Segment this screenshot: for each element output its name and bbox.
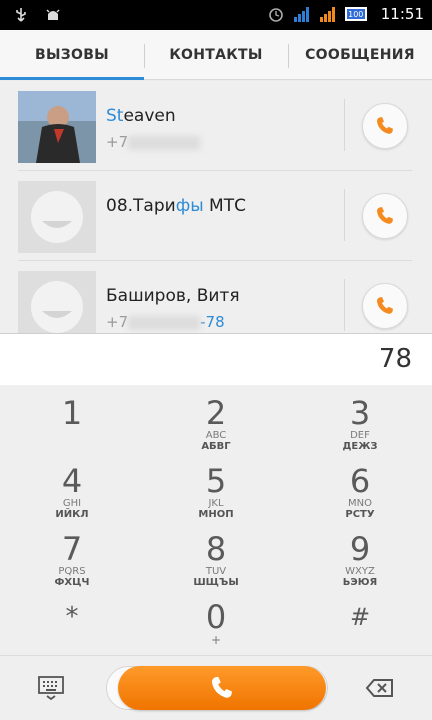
key-6[interactable]: 6 MNO РСТУ xyxy=(288,453,432,521)
android-debug-icon xyxy=(46,9,60,20)
phone-icon xyxy=(377,297,393,314)
key-9[interactable]: 9 WXYZ ЬЭЮЯ xyxy=(288,521,432,589)
tab-messages[interactable]: СООБЩЕНИЯ xyxy=(288,30,432,79)
contact-list: Steaven +7 08.Тарифы МТС Баширов, Витя +… xyxy=(0,81,432,333)
dialer-action-bar xyxy=(0,655,432,720)
battery-icon: 100 xyxy=(344,7,367,21)
dial-display[interactable]: 78 xyxy=(0,333,432,385)
key-star[interactable]: * xyxy=(0,589,144,657)
clock: 11:51 xyxy=(380,5,424,23)
backspace-icon xyxy=(365,679,393,697)
key-5[interactable]: 5 JKL МНОП xyxy=(144,453,288,521)
contact-name: Баширов, Витя xyxy=(106,286,240,306)
tab-bar: ВЫЗОВЫ КОНТАКТЫ СООБЩЕНИЯ xyxy=(0,30,432,80)
call-button[interactable] xyxy=(362,193,408,239)
contact-name: Steaven xyxy=(106,106,176,126)
key-hash[interactable]: # xyxy=(288,589,432,657)
signal-blue-icon xyxy=(293,7,309,22)
contact-row-mts-tariffs[interactable]: 08.Тарифы МТС xyxy=(18,171,412,261)
phone-icon xyxy=(377,207,393,224)
signal-orange-icon xyxy=(319,7,335,22)
contact-name: 08.Тарифы МТС xyxy=(106,196,246,216)
call-button[interactable] xyxy=(362,103,408,149)
backspace-button[interactable] xyxy=(364,676,396,700)
row-divider xyxy=(344,279,345,331)
phone-icon xyxy=(377,117,393,134)
contact-number: +7 -78 xyxy=(106,313,225,331)
contact-placeholder-avatar[interactable] xyxy=(18,181,96,253)
contact-placeholder-avatar[interactable] xyxy=(18,271,96,333)
contact-row-bashirov[interactable]: Баширов, Витя +7 -78 xyxy=(18,261,412,333)
tab-calls[interactable]: ВЫЗОВЫ xyxy=(0,30,144,80)
keyboard-toggle-button[interactable] xyxy=(36,674,66,702)
key-3[interactable]: 3 DEF ДЕЖЗ xyxy=(288,385,432,453)
alarm-icon xyxy=(268,8,283,22)
battery-level: 100 xyxy=(346,9,365,19)
key-8[interactable]: 8 TUV ШЩЪЫ xyxy=(144,521,288,589)
status-bar: 100 11:51 xyxy=(0,0,432,30)
key-0[interactable]: 0 + xyxy=(144,589,288,657)
row-divider xyxy=(344,99,345,151)
call-button[interactable] xyxy=(362,283,408,329)
tab-contacts[interactable]: КОНТАКТЫ xyxy=(144,30,288,79)
key-1[interactable]: 1 xyxy=(0,385,144,453)
dial-call-button[interactable] xyxy=(118,666,326,710)
phone-icon xyxy=(212,676,232,698)
key-7[interactable]: 7 PQRS ФХЦЧ xyxy=(0,521,144,589)
contact-number: +7 xyxy=(106,133,201,151)
key-2[interactable]: 2 ABC АБВГ xyxy=(144,385,288,453)
dialpad-toggle-icon xyxy=(38,676,64,701)
contact-photo[interactable] xyxy=(18,91,96,163)
contact-row-steaven[interactable]: Steaven +7 xyxy=(18,81,412,171)
dialed-number: 78 xyxy=(378,344,412,374)
row-divider xyxy=(344,189,345,241)
keypad: 1 2 ABC АБВГ 3 DEF ДЕЖЗ 4 GHI ИЙКЛ 5 JKL МНОП 6M… xyxy=(0,385,432,655)
usb-icon xyxy=(16,8,26,22)
key-4[interactable]: 4 GHI ИЙКЛ xyxy=(0,453,144,521)
